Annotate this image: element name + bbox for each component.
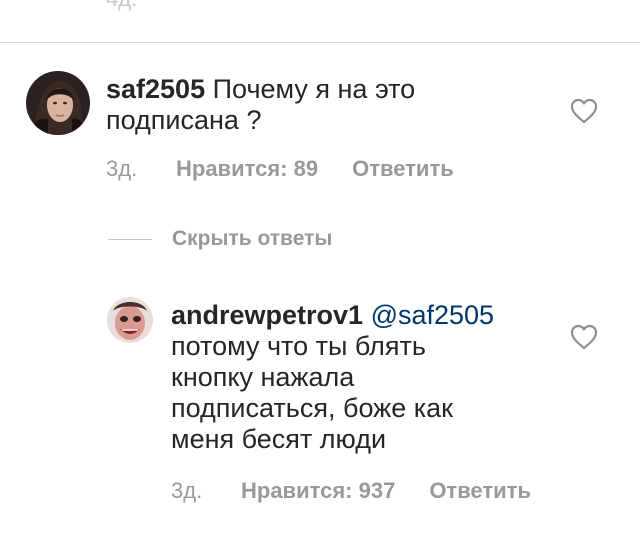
comment-text: saf2505 Почему я на это подписана ? — [106, 74, 526, 136]
comment-body-line-1: Почему я на это — [212, 74, 416, 104]
comment-body-line-4: меня бесят люди — [171, 424, 387, 454]
comment-body-line-3: подписаться, боже как — [171, 393, 453, 423]
hide-replies-toggle[interactable]: Скрыть ответы — [108, 227, 332, 251]
comment-body-line-1: потому что ты блять — [171, 331, 426, 361]
comment-time: 3д. — [106, 156, 138, 181]
replies-line — [108, 238, 152, 240]
comment-meta: 3д. Нравится: 89 Ответить — [106, 156, 454, 182]
avatar[interactable] — [107, 297, 153, 343]
hide-replies-label: Скрыть ответы — [172, 227, 333, 250]
reply-button[interactable]: Ответить — [429, 478, 531, 504]
comment-body-line-2: кнопку нажала — [171, 362, 355, 392]
like-heart-icon[interactable] — [570, 98, 598, 124]
comment-body-line-2: подписана ? — [106, 105, 262, 135]
comment-text: andrewpetrov1 @saf2505 потому что ты бля… — [171, 300, 551, 455]
previous-comment-time: 4д. — [106, 0, 137, 12]
user-avatar-photo-icon — [107, 297, 153, 343]
like-heart-icon[interactable] — [570, 324, 598, 350]
comment-time: 3д. — [171, 478, 203, 503]
comment-divider — [0, 42, 640, 43]
likes-count-link[interactable]: Нравится: 89 — [176, 156, 318, 182]
mention-link[interactable]: @saf2505 — [371, 300, 495, 330]
comment-username[interactable]: saf2505 — [106, 74, 205, 104]
likes-count-link[interactable]: Нравится: 937 — [241, 478, 395, 504]
user-avatar-photo-icon — [26, 71, 90, 135]
comment-username[interactable]: andrewpetrov1 — [171, 300, 363, 330]
comment-meta: 3д. Нравится: 937 Ответить — [171, 478, 531, 504]
reply-button[interactable]: Ответить — [352, 156, 454, 182]
avatar[interactable] — [26, 71, 90, 135]
